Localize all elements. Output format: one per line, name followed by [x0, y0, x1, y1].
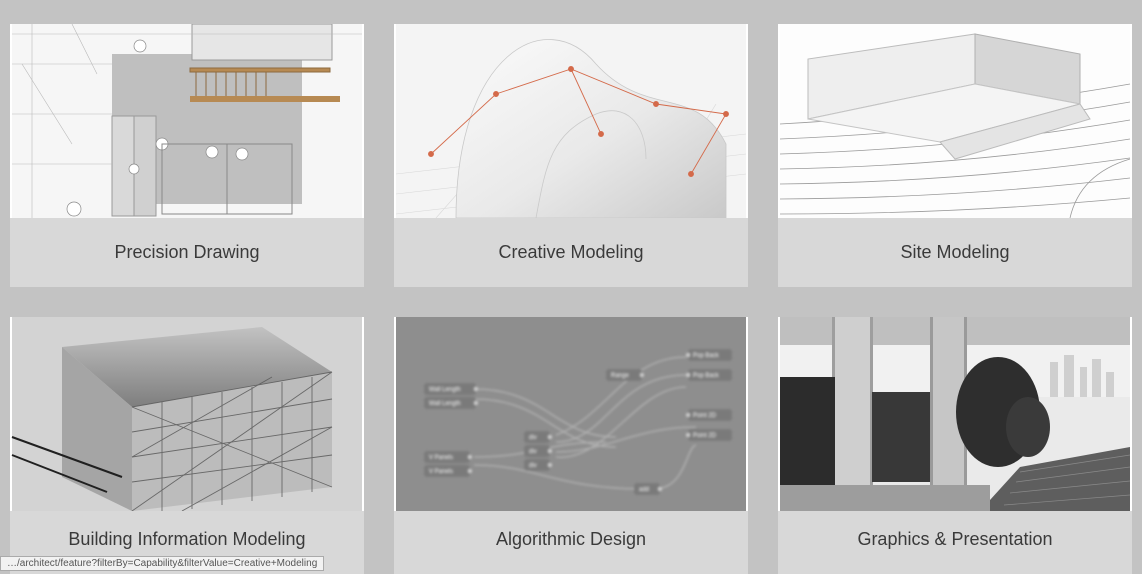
card-precision-drawing[interactable]: Precision Drawing: [10, 24, 364, 287]
thumb-graphics-presentation: [778, 317, 1132, 511]
site-modeling-icon: [778, 24, 1132, 218]
svg-text:V Panels: V Panels: [429, 469, 453, 475]
creative-modeling-icon: [394, 24, 748, 218]
svg-text:div: div: [529, 435, 537, 441]
svg-text:Point 2D: Point 2D: [693, 413, 717, 419]
svg-text:Pop Back: Pop Back: [693, 353, 720, 359]
card-algorithmic-design[interactable]: Wall Length Wall Length V Panels V Panel…: [394, 317, 748, 574]
status-bar: …/architect/feature?filterBy=Capability&…: [0, 556, 324, 571]
feature-grid: Precision Drawing: [10, 24, 1132, 574]
card-title: Graphics & Presentation: [778, 511, 1132, 574]
svg-text:Wall Length: Wall Length: [429, 387, 460, 393]
svg-text:Point 2D: Point 2D: [693, 433, 717, 439]
precision-drawing-icon: [10, 24, 364, 218]
graphics-presentation-icon: [778, 317, 1132, 511]
card-title: Precision Drawing: [10, 218, 364, 287]
card-title: Site Modeling: [778, 218, 1132, 287]
svg-text:Pop Back: Pop Back: [693, 373, 720, 379]
card-title: Algorithmic Design: [394, 511, 748, 574]
svg-text:add: add: [639, 487, 649, 493]
bim-icon: [10, 317, 364, 511]
card-graphics-presentation[interactable]: Graphics & Presentation: [778, 317, 1132, 574]
thumb-bim: [10, 317, 364, 511]
svg-text:div: div: [529, 463, 537, 469]
svg-text:div: div: [529, 449, 537, 455]
card-creative-modeling[interactable]: Creative Modeling: [394, 24, 748, 287]
card-site-modeling[interactable]: Site Modeling: [778, 24, 1132, 287]
card-bim[interactable]: Building Information Modeling: [10, 317, 364, 574]
thumb-creative-modeling: [394, 24, 748, 218]
thumb-precision-drawing: [10, 24, 364, 218]
thumb-site-modeling: [778, 24, 1132, 218]
card-title: Creative Modeling: [394, 218, 748, 287]
svg-text:V Panels: V Panels: [429, 455, 453, 461]
thumb-algorithmic-design: Wall Length Wall Length V Panels V Panel…: [394, 317, 748, 511]
algorithmic-design-icon: Wall Length Wall Length V Panels V Panel…: [394, 317, 748, 511]
svg-text:Wall Length: Wall Length: [429, 401, 460, 407]
svg-text:Range: Range: [611, 373, 629, 379]
